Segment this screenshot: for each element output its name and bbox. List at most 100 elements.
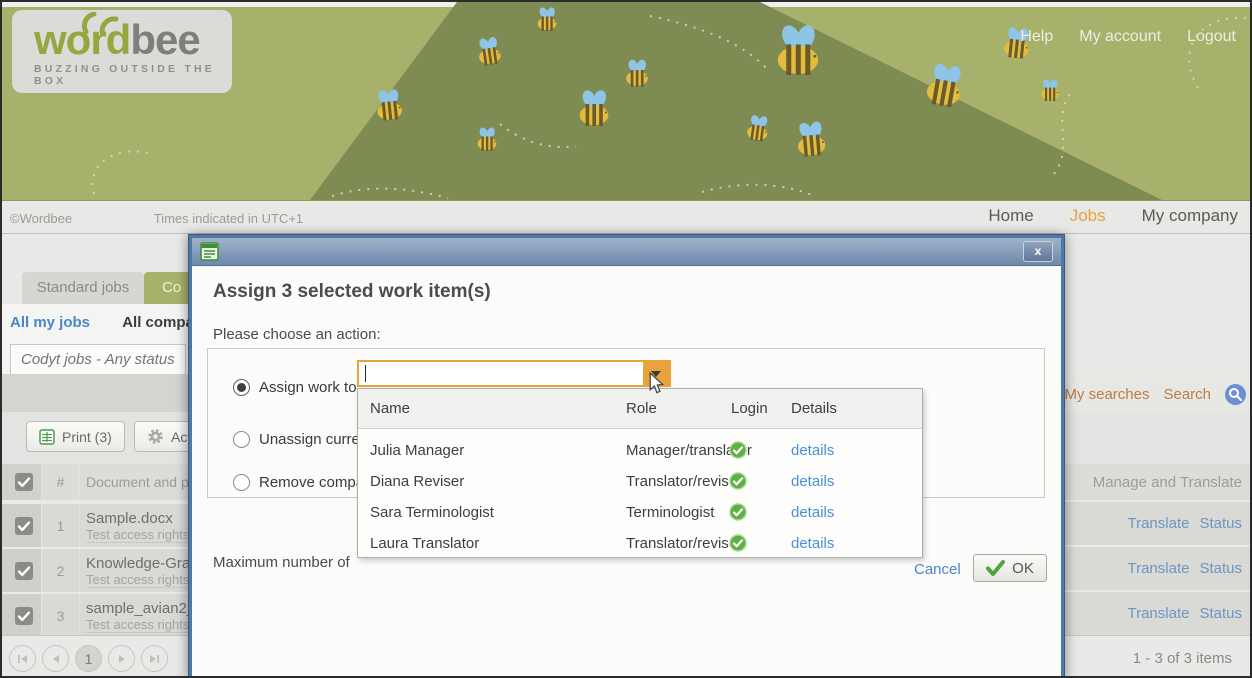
items-summary: 1 - 3 of 3 items <box>1064 635 1252 678</box>
row-checkbox[interactable] <box>15 562 33 580</box>
all-companies-link[interactable]: All compa <box>122 314 189 331</box>
row-number: 2 <box>42 549 80 592</box>
manage-translate-header: Manage and Translate <box>1064 464 1252 502</box>
table-row[interactable]: 2 Knowledge-Grap Test access rights <box>2 549 189 592</box>
actions-button[interactable]: Actio <box>134 421 189 452</box>
check-icon <box>15 517 33 535</box>
unassign-radio[interactable] <box>233 431 250 448</box>
nav-home[interactable]: Home <box>988 206 1033 226</box>
site-header: wordbee BUZZING OUTSIDE THE BOX Help My … <box>2 2 1250 200</box>
next-page-button[interactable] <box>108 645 135 672</box>
table-row[interactable]: 3 sample_avian2_ Test access rights <box>2 594 189 637</box>
filter-links: All my jobs All compa <box>10 314 189 331</box>
pagination: 1 <box>2 635 189 678</box>
user-details-link[interactable]: details <box>791 504 834 521</box>
search-icon[interactable] <box>1225 384 1246 405</box>
help-link[interactable]: Help <box>1020 28 1053 46</box>
next-page-icon <box>118 654 126 664</box>
remove-label: Remove compa <box>259 474 364 491</box>
user-name: Laura Translator <box>370 535 479 552</box>
assign-to-input[interactable] <box>359 362 643 385</box>
remove-radio[interactable] <box>233 474 250 491</box>
login-active-icon <box>729 503 747 521</box>
prev-page-icon <box>52 654 60 664</box>
row-number: 1 <box>42 504 80 547</box>
row-checkbox[interactable] <box>15 607 33 625</box>
nav-jobs[interactable]: Jobs <box>1070 206 1106 226</box>
row-actions: Translate Status <box>1064 502 1252 545</box>
print-button[interactable]: Print (3) <box>26 421 125 452</box>
unassign-label: Unassign curren <box>259 431 368 448</box>
check-icon <box>15 607 33 625</box>
wordbee-logo: wordbee BUZZING OUTSIDE THE BOX <box>12 10 232 93</box>
project-link[interactable]: Test access rights <box>86 617 189 633</box>
user-details-link[interactable]: details <box>791 535 834 552</box>
last-page-button[interactable] <box>141 645 168 672</box>
status-link[interactable]: Status <box>1199 605 1242 622</box>
translate-link[interactable]: Translate <box>1127 515 1189 532</box>
dialog-titlebar[interactable]: x <box>192 238 1061 266</box>
column-login: Login <box>731 400 768 417</box>
login-active-icon <box>729 534 747 552</box>
my-account-link[interactable]: My account <box>1079 28 1161 46</box>
column-name: Name <box>370 400 410 417</box>
first-page-icon <box>17 654 28 664</box>
user-details-link[interactable]: details <box>791 442 834 459</box>
bee-icon <box>770 22 826 75</box>
bee-icon <box>574 88 614 126</box>
user-option[interactable]: Julia Manager Manager/translator details <box>358 436 922 467</box>
right-toolbar-band <box>1064 412 1252 464</box>
close-icon[interactable]: x <box>1023 241 1053 262</box>
user-dropdown-panel: Name Role Login Details Julia Manager Ma… <box>357 388 923 558</box>
logo-bee: bee <box>130 16 199 63</box>
header-nav: Help My account Logout <box>1020 28 1236 46</box>
document-title: Knowledge-Grap <box>86 555 189 572</box>
excel-icon <box>39 429 55 445</box>
my-searches-link[interactable]: My searches <box>1064 386 1149 403</box>
job-filter-input[interactable] <box>10 344 186 375</box>
timezone-note: Times indicated in UTC+1 <box>154 211 303 226</box>
bee-icon <box>370 86 407 122</box>
user-option[interactable]: Sara Terminologist Terminologist details <box>358 498 922 529</box>
tab-standard-jobs[interactable]: Standard jobs <box>22 272 144 304</box>
bee-icon <box>474 126 500 151</box>
first-page-button[interactable] <box>9 645 36 672</box>
row-actions: Translate Status <box>1064 547 1252 590</box>
cancel-button[interactable]: Cancel <box>914 561 961 578</box>
bee-icon <box>622 58 652 87</box>
user-option[interactable]: Laura Translator Translator/revis detail… <box>358 529 922 560</box>
user-details-link[interactable]: details <box>791 473 834 490</box>
assign-work-radio[interactable] <box>233 379 250 396</box>
translate-link[interactable]: Translate <box>1127 605 1189 622</box>
status-link[interactable]: Status <box>1199 560 1242 577</box>
actions-button-label: Actio <box>171 429 189 445</box>
bee-icon <box>790 118 831 157</box>
project-link[interactable]: Test access rights <box>86 527 189 543</box>
page-1-button[interactable]: 1 <box>75 645 102 672</box>
translate-link[interactable]: Translate <box>1127 560 1189 577</box>
tab-codyt-jobs[interactable]: Co <box>144 272 189 304</box>
row-actions: Translate Status <box>1064 592 1252 635</box>
row-checkbox[interactable] <box>15 517 33 535</box>
filter-band <box>2 374 189 412</box>
check-icon <box>15 562 33 580</box>
user-role: Translator/revis <box>626 535 729 552</box>
user-option[interactable]: Diana Reviser Translator/revis details <box>358 467 922 498</box>
bee-icon <box>919 58 972 109</box>
all-my-jobs-link[interactable]: All my jobs <box>10 314 90 331</box>
column-details: Details <box>791 400 837 417</box>
document-title: Sample.docx <box>86 510 189 527</box>
table-row[interactable]: 1 Sample.docx Test access rights <box>2 504 189 547</box>
user-role: Terminologist <box>626 504 714 521</box>
logo-tagline: BUZZING OUTSIDE THE BOX <box>34 63 232 87</box>
search-link[interactable]: Search <box>1163 386 1211 403</box>
logout-link[interactable]: Logout <box>1187 28 1236 46</box>
jobs-list-panel: Standard jobs Co All my jobs All compa P… <box>2 234 189 678</box>
select-all-checkbox[interactable] <box>15 473 33 491</box>
prev-page-button[interactable] <box>42 645 69 672</box>
nav-my-company[interactable]: My company <box>1142 206 1238 226</box>
status-link[interactable]: Status <box>1199 515 1242 532</box>
ok-button[interactable]: OK <box>973 554 1047 582</box>
project-link[interactable]: Test access rights <box>86 572 189 588</box>
utility-left: ©Wordbee Times indicated in UTC+1 <box>10 211 303 226</box>
